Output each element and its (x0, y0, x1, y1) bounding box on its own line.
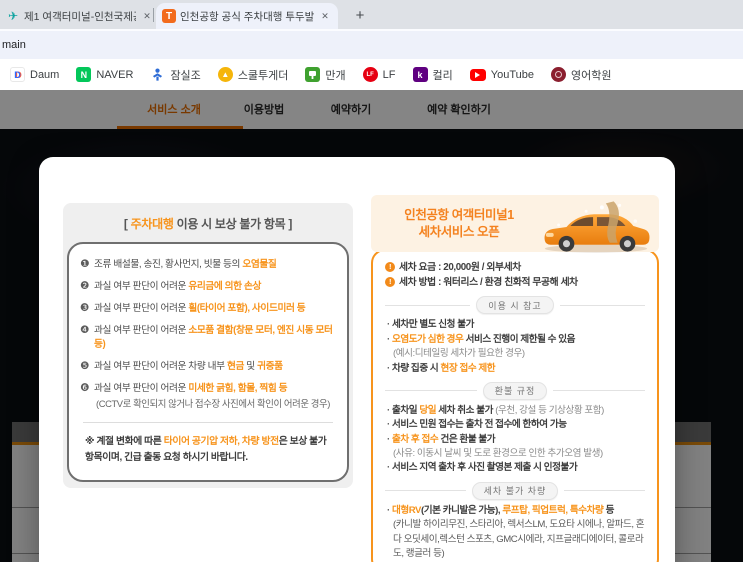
page-content: 서비스 소개 이용방법 예약하기 예약 확인하기 [ 주차대행 이용 시 보상 … (0, 90, 743, 562)
tab-terminal1[interactable]: ✈ 제1 여객터미널-인천국제공항 ✕ (6, 3, 154, 29)
method-line: ! 세차 방법 : 워터리스 / 환경 친화적 무공해 세차 (385, 275, 645, 290)
kurly-icon: k (412, 67, 428, 82)
globe-icon (551, 67, 566, 82)
no-compensation-column: [ 주차대행 이용 시 보상 불가 항목 ] ❶ 조류 배설물, 송진, 황사먼… (63, 203, 353, 488)
notice-line: 출차 후 접수 건은 환불 불가 (385, 433, 645, 447)
circled-number-icon: ❶ (80, 258, 90, 270)
list-item: ❹ 과실 여부 판단이 어려운 소모품 결함(창문 모터, 엔진 시동 모터 등… (80, 324, 336, 352)
bookmark-label: 영어학원 (571, 69, 612, 82)
no-compensation-list: ❶ 조류 배설물, 송진, 황사먼지, 빗물 등의 오염물질 ❷ 과실 여부 판… (67, 242, 349, 482)
list-item: ❶ 조류 배설물, 송진, 황사먼지, 빗물 등의 오염물질 (80, 258, 336, 272)
no-compensation-panel: [ 주차대행 이용 시 보상 불가 항목 ] ❶ 조류 배설물, 송진, 황사먼… (63, 203, 353, 488)
lf-icon: LF (362, 67, 378, 82)
new-tab-button[interactable]: + (348, 4, 372, 28)
bookmark-kurly[interactable]: k 컬리 (412, 67, 453, 83)
tab-strip: ✈ 제1 여객터미널-인천국제공항 ✕ T 인천공항 공식 주차대행 투두발 ✕… (0, 0, 743, 29)
bookmark-label: LF (382, 68, 396, 81)
seasonal-note: ※ 계절 변화에 따른 타이어 공기압 저하, 차량 방전은 보상 불가 항목이… (85, 436, 327, 464)
url-bar[interactable]: main (0, 31, 743, 59)
tab-valet-active[interactable]: T 인천공항 공식 주차대행 투두발 ✕ (156, 3, 338, 29)
section-pill: 세차 불가 차량 (471, 481, 559, 500)
circled-number-icon: ❹ (80, 324, 90, 337)
bookmark-mangae[interactable]: 만개 (305, 67, 346, 83)
notice-subline: (카니발 하이리무진, 스타리아, 렉서스LM, 도요타 시에나, 알파드, 혼… (393, 519, 645, 560)
section-refund-policy: 환불 규정 (385, 381, 645, 400)
notice-line: 대형RV(기본 카니발은 가능), 루프탑, 픽업트럭, 특수차량 등 (385, 504, 645, 518)
airplane-icon: ✈ (7, 9, 19, 23)
tab-separator (153, 8, 154, 22)
tab-title: 인천공항 공식 주차대행 투두발 (180, 10, 314, 23)
recipe-icon (305, 67, 321, 82)
list-item: ❸ 과실 여부 판단이 어려운 휠(타이어 포함), 사이드미러 등 (80, 302, 336, 316)
notice-line: 오염도가 심한 경우 서비스 진행이 제한될 수 있음 (385, 333, 645, 347)
exclamation-icon: ! (385, 262, 395, 272)
naver-icon: N (76, 67, 92, 82)
school-together-icon: ▲ (217, 67, 233, 82)
list-item-note: (CCTV로 확인되지 않거나 접수장 사진에서 확인이 어려운 경우) (96, 398, 330, 410)
bookmark-jamsiljo[interactable]: 잠실조 (150, 67, 201, 83)
bookmark-label: 컬리 (432, 69, 453, 82)
person-icon (150, 67, 165, 82)
circled-number-icon: ❸ (80, 302, 90, 315)
bookmark-schooltogether[interactable]: ▲ 스쿨투게더 (217, 67, 289, 83)
bookmark-label: Daum (30, 68, 60, 81)
carwash-banner: 인천공항 여객터미널1 세차서비스 오픈 (371, 195, 659, 253)
no-compensation-title: [ 주차대행 이용 시 보상 불가 항목 ] (123, 217, 293, 231)
tab-title: 제1 여객터미널-인천국제공항 (24, 10, 136, 23)
section-usage-notes: 이용 시 참고 (385, 296, 645, 315)
list-item: ❻ 과실 여부 판단이 어려운 미세한 긁힘, 함몰, 찍힘 등 (80, 382, 336, 396)
bookmarks-bar: D Daum N NAVER 잠실조 ▲ 스쿨투게더 만개 LF LF k 컬리… (0, 59, 743, 90)
bookmark-label: 잠실조 (170, 69, 201, 82)
bookmark-label: 만개 (325, 69, 346, 82)
notice-line: 서비스 민원 접수는 출차 전 접수에 한하여 가능 (385, 418, 645, 432)
notice-line: 세차만 별도 신청 불가 (385, 318, 645, 332)
bookmark-english-academy[interactable]: 영어학원 (551, 67, 611, 83)
carwash-column: 인천공항 여객터미널1 세차서비스 오픈 ! 세차 요금: 20,000원 /… (371, 195, 659, 562)
bookmark-label: 스쿨투게더 (237, 69, 289, 82)
youtube-icon (469, 68, 486, 81)
close-icon[interactable]: ✕ (318, 9, 332, 23)
section-pill: 환불 규정 (482, 381, 548, 400)
car-wash-illustration (544, 200, 650, 253)
section-pill: 이용 시 참고 (476, 296, 554, 315)
notice-subline: (사유: 이동시 날씨 및 도로 환경으로 인한 추가오염 발생) (393, 448, 603, 460)
bookmark-label: NAVER (96, 68, 134, 81)
browser-window: ✈ 제1 여객터미널-인천국제공항 ✕ T 인천공항 공식 주차대행 투두발 ✕… (0, 0, 743, 562)
notice-subline: (예시:디테일링 세차가 필요한 경우) (393, 348, 525, 360)
daum-icon: D (10, 67, 25, 82)
notice-line: 출차일 당일 세차 취소 불가 (우천, 강설 등 기상상황 포함) (385, 404, 645, 418)
carwash-details-box: ! 세차 요금 : 20,000원 / 외부세차 ! 세차 방법 : 워터리스 … (371, 249, 659, 562)
circled-number-icon: ❺ (80, 360, 90, 373)
notice-line: 차량 집중 시 현장 접수 제한 (385, 362, 645, 376)
circled-number-icon: ❻ (80, 382, 90, 395)
list-item: ❺ 과실 여부 판단이 어려운 차량 내부 현금 및 귀중품 (80, 360, 336, 374)
carwash-notice-modal: [ 주차대행 이용 시 보상 불가 항목 ] ❶ 조류 배설물, 송진, 황사먼… (39, 157, 675, 562)
exclamation-icon: ! (385, 277, 395, 288)
bookmark-label: YouTube (490, 68, 534, 81)
list-item: ❷ 과실 여부 판단이 어려운 유리금에 의한 손상 (80, 280, 336, 294)
circled-number-icon: ❷ (80, 280, 90, 293)
close-icon[interactable]: ✕ (140, 9, 154, 23)
bookmark-lf[interactable]: LF LF (362, 67, 396, 82)
carwash-banner-title: 인천공항 여객터미널1 세차서비스 오픈 (404, 207, 514, 239)
section-excluded-vehicles: 세차 불가 차량 (385, 481, 645, 500)
divider (83, 422, 333, 424)
url-text: main (2, 39, 26, 51)
bookmark-youtube[interactable]: YouTube (469, 68, 534, 81)
valet-site-favicon: T (162, 9, 176, 23)
bookmark-daum[interactable]: D Daum (10, 67, 59, 82)
notice-line: 서비스 지역 출차 후 사진 촬영본 제출 시 인정불가 (385, 461, 645, 475)
fee-line: ! 세차 요금 : 20,000원 / 외부세차 (385, 260, 645, 275)
bookmark-naver[interactable]: N NAVER (76, 67, 133, 82)
